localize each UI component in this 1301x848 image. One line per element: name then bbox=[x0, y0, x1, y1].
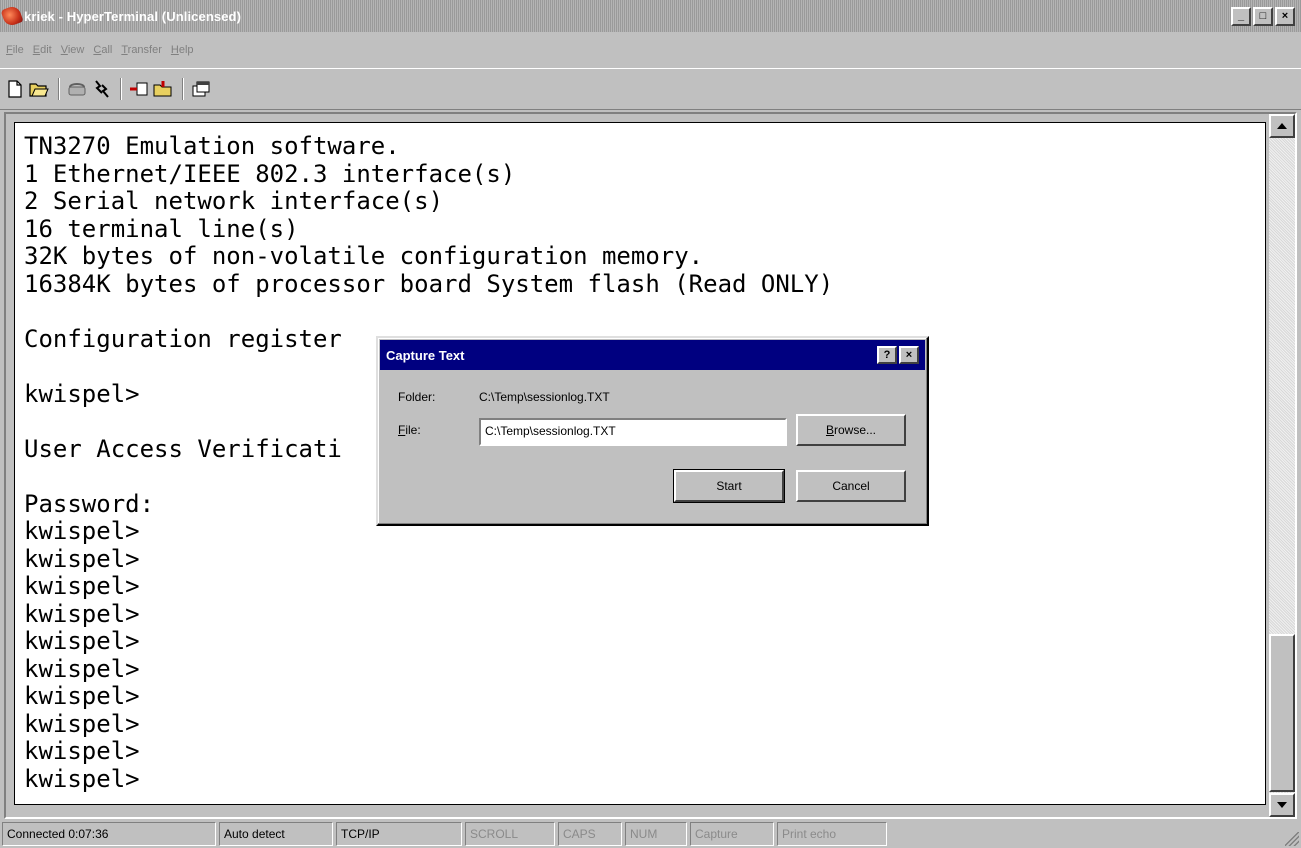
new-icon[interactable] bbox=[4, 77, 26, 101]
terminal-line: 2 Serial network interface(s) bbox=[24, 187, 444, 215]
toolbar-separator bbox=[182, 78, 184, 100]
vertical-scrollbar[interactable] bbox=[1269, 114, 1295, 817]
send-icon[interactable] bbox=[128, 77, 150, 101]
terminal-line: 16 terminal line(s) bbox=[24, 214, 299, 243]
caps-lock-indicator: CAPS bbox=[558, 822, 622, 846]
receive-icon[interactable] bbox=[152, 77, 174, 101]
window-title: kriek - HyperTerminal (Unlicensed) bbox=[24, 8, 242, 24]
terminal-line: kwispel> bbox=[24, 682, 140, 710]
status-bar: Connected 0:07:36 Auto detect TCP/IP SCR… bbox=[0, 820, 1301, 848]
menu-transfer[interactable]: Transfer bbox=[121, 44, 162, 56]
detect-status: Auto detect bbox=[219, 822, 333, 846]
dialog-caption-buttons: ? × bbox=[877, 346, 919, 364]
menu-help[interactable]: Help bbox=[171, 44, 194, 56]
terminal-line: kwispel> bbox=[24, 764, 140, 793]
terminal-line: 16384K bytes of processor board System f… bbox=[24, 269, 834, 298]
start-button[interactable]: Start bbox=[673, 469, 785, 503]
file-label: File: bbox=[398, 423, 421, 437]
maximize-button[interactable]: □ bbox=[1253, 7, 1273, 26]
menu-view[interactable]: View bbox=[61, 44, 85, 56]
terminal-line: kwispel> bbox=[24, 737, 140, 765]
menu-call[interactable]: Call bbox=[93, 44, 112, 56]
title-bar[interactable]: kriek - HyperTerminal (Unlicensed) _ □ × bbox=[0, 0, 1301, 32]
connection-status: Connected 0:07:36 bbox=[2, 822, 216, 846]
resize-grip-icon[interactable] bbox=[1285, 832, 1299, 846]
scroll-down-button[interactable] bbox=[1269, 793, 1295, 817]
minimize-button[interactable]: _ bbox=[1231, 7, 1251, 26]
browse-button[interactable]: Browse... bbox=[796, 414, 906, 446]
toolbar bbox=[0, 68, 1301, 110]
terminal-line: kwispel> bbox=[24, 544, 140, 573]
hyperterminal-icon[interactable] bbox=[0, 4, 24, 28]
open-icon[interactable] bbox=[28, 77, 50, 101]
terminal-line: 32K bytes of non-volatile configuration … bbox=[24, 242, 704, 270]
terminal-line: kwispel> bbox=[24, 709, 140, 738]
capture-text-dialog: Capture Text ? × Folder: C:\Temp\session… bbox=[376, 336, 929, 526]
arrow-down-icon bbox=[1277, 802, 1287, 808]
close-button[interactable]: × bbox=[1275, 7, 1295, 26]
capture-indicator: Capture bbox=[690, 822, 774, 846]
terminal-line: kwispel> bbox=[24, 599, 140, 628]
dialog-title: Capture Text bbox=[386, 347, 465, 363]
disconnect-icon[interactable] bbox=[90, 77, 112, 101]
menu-edit[interactable]: Edit bbox=[33, 44, 52, 56]
terminal-line: 1 Ethernet/IEEE 802.3 interface(s) bbox=[24, 159, 516, 188]
terminal-line: TN3270 Emulation software. bbox=[24, 132, 400, 160]
terminal-line: kwispel> bbox=[24, 654, 140, 683]
menu-bar: File Edit View Call Transfer Help bbox=[0, 32, 1301, 68]
file-path-input[interactable]: C:\Temp\sessionlog.TXT bbox=[479, 418, 787, 446]
help-button[interactable]: ? bbox=[877, 346, 897, 364]
properties-icon[interactable] bbox=[190, 77, 212, 101]
toolbar-separator bbox=[120, 78, 122, 100]
menu-file[interactable]: File bbox=[6, 44, 24, 56]
cancel-button[interactable]: Cancel bbox=[796, 470, 906, 502]
print-echo-indicator: Print echo bbox=[777, 822, 887, 846]
hyperterminal-window: kriek - HyperTerminal (Unlicensed) _ □ ×… bbox=[0, 0, 1301, 848]
terminal-line: kwispel> bbox=[24, 572, 140, 600]
dialog-title-bar[interactable]: Capture Text ? × bbox=[380, 340, 925, 370]
terminal-line: kwispel> bbox=[24, 627, 140, 655]
scroll-lock-indicator: SCROLL bbox=[465, 822, 555, 846]
call-icon[interactable] bbox=[66, 77, 88, 101]
scroll-up-button[interactable] bbox=[1269, 114, 1295, 138]
scrollbar-thumb[interactable] bbox=[1269, 634, 1295, 792]
num-lock-indicator: NUM bbox=[625, 822, 687, 846]
arrow-up-icon bbox=[1277, 123, 1287, 129]
dialog-close-button[interactable]: × bbox=[899, 346, 919, 364]
protocol-status: TCP/IP bbox=[336, 822, 462, 846]
toolbar-separator bbox=[58, 78, 60, 100]
folder-label: Folder: bbox=[398, 390, 436, 404]
caption-buttons: _ □ × bbox=[1231, 7, 1295, 26]
folder-value: C:\Temp\sessionlog.TXT bbox=[479, 390, 610, 404]
